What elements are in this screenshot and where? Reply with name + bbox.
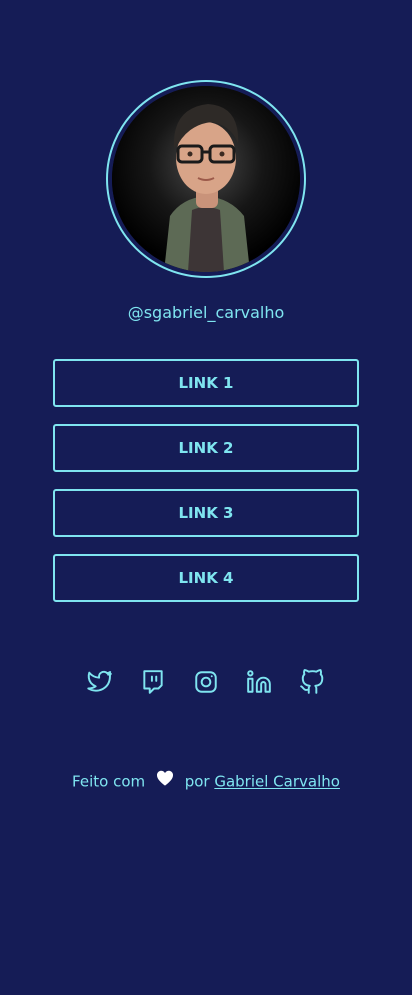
linkedin-icon[interactable] — [245, 668, 273, 696]
github-icon[interactable] — [298, 668, 326, 696]
linktree-page: @sgabriel_carvalho LINK 1 LINK 2 LINK 3 … — [0, 0, 412, 995]
link-button-4[interactable]: LINK 4 — [53, 554, 359, 602]
link-button-3[interactable]: LINK 3 — [53, 489, 359, 537]
footer: Feito com por Gabriel Carvalho — [0, 770, 412, 792]
avatar — [112, 86, 300, 272]
twitch-icon[interactable] — [139, 668, 167, 696]
link-button-2[interactable]: LINK 2 — [53, 424, 359, 472]
twitter-icon[interactable] — [86, 668, 114, 696]
footer-prefix: Feito com — [72, 772, 146, 791]
footer-middle: por — [184, 772, 210, 791]
instagram-icon[interactable] — [192, 668, 220, 696]
social-links — [86, 668, 326, 698]
author-link[interactable]: Gabriel Carvalho — [214, 773, 340, 791]
link-button-1[interactable]: LINK 1 — [53, 359, 359, 407]
avatar-ring — [106, 80, 306, 278]
heart-icon — [156, 770, 174, 790]
username: @sgabriel_carvalho — [127, 303, 285, 322]
